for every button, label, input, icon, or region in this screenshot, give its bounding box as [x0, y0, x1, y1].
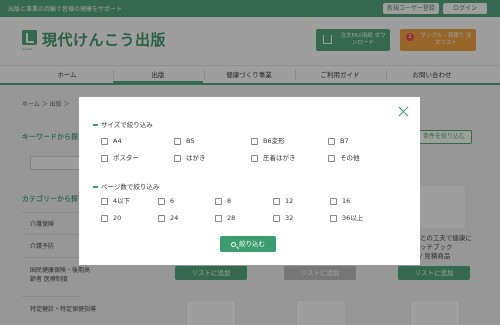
checkbox[interactable]	[158, 214, 165, 222]
apply-filter-button[interactable]: 絞り込む	[220, 236, 276, 252]
checkbox[interactable]	[273, 214, 280, 222]
pages-option-24[interactable]: 24	[158, 214, 178, 222]
checkbox[interactable]	[330, 214, 337, 222]
pages-option-36-or-more[interactable]: 36以上	[330, 214, 363, 222]
checkbox[interactable]	[174, 154, 181, 162]
size-filter-title: サイズで絞り込み	[93, 119, 153, 129]
size-option-a4[interactable]: A4	[101, 137, 122, 145]
pages-option-12[interactable]: 12	[273, 197, 293, 205]
size-option-postcard[interactable]: はがき	[174, 154, 206, 162]
size-option-b6-variant[interactable]: B6変形	[251, 137, 285, 145]
pages-option-16[interactable]: 16	[330, 197, 350, 205]
checkbox[interactable]	[328, 137, 335, 145]
pages-option-20[interactable]: 20	[101, 214, 121, 222]
apply-filter-label: 絞り込む	[239, 240, 265, 248]
section-marker	[93, 186, 98, 188]
pages-option-8[interactable]: 8	[215, 197, 231, 205]
size-option-poster[interactable]: ポスター	[101, 154, 139, 162]
pages-option-28[interactable]: 28	[215, 214, 235, 222]
section-marker	[93, 124, 98, 126]
checkbox[interactable]	[251, 154, 258, 162]
checkbox[interactable]	[101, 137, 108, 145]
close-icon[interactable]	[398, 106, 409, 117]
size-option-sealed-postcard[interactable]: 圧着はがき	[251, 154, 296, 162]
filter-modal: サイズで絞り込み A4 B5 B6変形 B7 ポスター はがき 圧着はがき その…	[79, 97, 420, 265]
checkbox[interactable]	[215, 214, 222, 222]
size-option-b5[interactable]: B5	[174, 137, 195, 145]
checkbox[interactable]	[101, 214, 108, 222]
pages-option-6[interactable]: 6	[158, 197, 174, 205]
pages-option-32[interactable]: 32	[273, 214, 293, 222]
checkbox[interactable]	[215, 197, 222, 205]
checkbox[interactable]	[330, 197, 337, 205]
size-option-b7[interactable]: B7	[328, 137, 349, 145]
page-count-filter-title: ページ数で絞り込み	[93, 181, 159, 191]
checkbox[interactable]	[251, 137, 258, 145]
size-option-other[interactable]: その他	[328, 154, 360, 162]
pages-option-4-or-less[interactable]: 4以下	[101, 197, 130, 205]
checkbox[interactable]	[174, 137, 181, 145]
checkbox[interactable]	[101, 197, 108, 205]
checkbox[interactable]	[101, 154, 108, 162]
search-icon	[231, 242, 236, 247]
checkbox[interactable]	[273, 197, 280, 205]
checkbox[interactable]	[158, 197, 165, 205]
checkbox[interactable]	[328, 154, 335, 162]
